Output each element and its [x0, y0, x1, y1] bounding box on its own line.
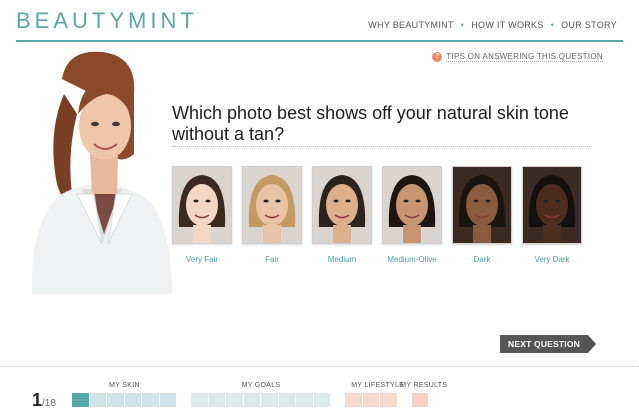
tips-label: TIPS ON ANSWERING THIS QUESTION: [446, 52, 603, 62]
progress-section-label: MY SKIN: [109, 382, 140, 389]
progress-section-label: MY GOALS: [241, 382, 281, 389]
skin-tone-label: Medium-Olive: [387, 255, 437, 264]
skin-tone-option[interactable]: Medium: [312, 166, 372, 264]
tips-link[interactable]: ? TIPS ON ANSWERING THIS QUESTION: [432, 52, 603, 62]
skin-tone-option[interactable]: Very Fair: [172, 166, 232, 264]
skin-tone-options: Very Fair Fair Medium Medium-Olive Dark Very …: [172, 166, 592, 264]
progress-divider: [0, 366, 639, 367]
skin-tone-photo[interactable]: [452, 166, 512, 244]
model-image: [22, 44, 172, 294]
progress-segment: [313, 393, 330, 407]
progress-segment: [89, 393, 106, 407]
progress-section: [345, 393, 397, 407]
current-question-number: 1: [32, 390, 43, 410]
progress-section-label: MY LIFESTYLE: [351, 382, 405, 389]
progress-segment: [124, 393, 141, 407]
progress-segment: [278, 393, 295, 407]
skin-tone-photo[interactable]: [242, 166, 302, 244]
skin-tone-label: Dark: [473, 255, 491, 264]
progress-segment: [345, 393, 362, 407]
progress-section: [191, 393, 330, 407]
top-nav: WHY BEAUTYMINT • HOW IT WORKS • OUR STOR…: [368, 20, 617, 30]
nav-how-it-works[interactable]: HOW IT WORKS: [471, 20, 543, 30]
logo[interactable]: BEAUTYMINT.: [16, 8, 200, 34]
skin-tone-option[interactable]: Very Dark: [522, 166, 582, 264]
progress-segment: [380, 393, 397, 407]
progress-segment: [243, 393, 260, 407]
progress-segment: [362, 393, 379, 407]
skin-tone-label: Medium: [327, 255, 357, 264]
progress-segment: [261, 393, 278, 407]
progress-segment: [72, 393, 89, 407]
progress-segment: [107, 393, 124, 407]
skin-tone-label: Very Fair: [185, 255, 218, 264]
question-mark-icon: ?: [432, 52, 443, 62]
progress-section-label: MY RESULTS: [400, 382, 448, 389]
progress-segment: [142, 393, 159, 407]
skin-tone-label: Very Dark: [534, 255, 570, 264]
next-question-button[interactable]: NEXT QUESTION: [500, 335, 597, 353]
question-text: Which photo best shows off your natural …: [172, 103, 569, 144]
progress-segment: [296, 393, 313, 407]
skin-tone-option[interactable]: Fair: [242, 166, 302, 264]
nav-separator: •: [460, 20, 465, 30]
progress-segment: [159, 393, 176, 407]
progress-segment: [226, 393, 243, 407]
progress-segment: [208, 393, 225, 407]
nav-separator: •: [550, 20, 555, 30]
header-divider: [16, 40, 623, 42]
total-questions: /18: [42, 398, 56, 409]
progress-section: [411, 393, 428, 407]
skin-tone-option[interactable]: Medium-Olive: [382, 166, 442, 264]
logo-text: BEAUTYMINT: [16, 8, 198, 33]
progress-segment: [191, 393, 208, 407]
nav-our-story[interactable]: OUR STORY: [561, 20, 617, 30]
skin-tone-photo[interactable]: [172, 166, 232, 244]
skin-tone-photo[interactable]: [522, 166, 582, 244]
progress-section: [72, 393, 176, 407]
question-divider: [172, 146, 592, 147]
progress-segment: [411, 393, 428, 407]
skin-tone-option[interactable]: Dark: [452, 166, 512, 264]
question-counter: 1/18: [32, 390, 56, 411]
skin-tone-photo[interactable]: [312, 166, 372, 244]
skin-tone-label: Fair: [265, 255, 279, 264]
nav-why-beautymint[interactable]: WHY BEAUTYMINT: [368, 20, 454, 30]
skin-tone-photo[interactable]: [382, 166, 442, 244]
